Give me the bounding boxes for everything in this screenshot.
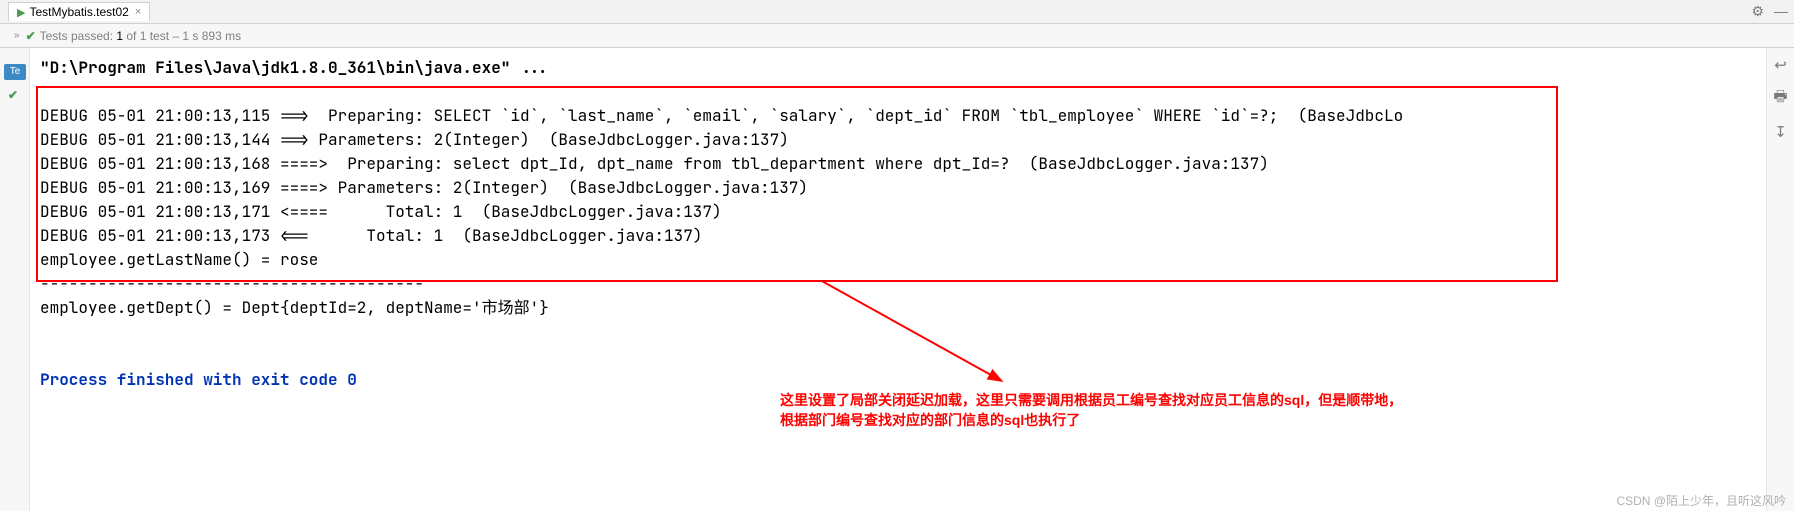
log-line: DEBUG 05-01 21:00:13,168 ====> Preparing… bbox=[40, 153, 1269, 174]
tab-bar: ▶ TestMybatis.test02 × ⚙ — bbox=[0, 0, 1794, 24]
gear-icon[interactable]: ⚙ bbox=[1751, 3, 1764, 20]
arrow-right-icon: ▶ bbox=[17, 6, 25, 19]
console-output[interactable]: "D:\Program Files\Java\jdk1.8.0_361\bin\… bbox=[30, 48, 1766, 511]
cmd-line: "D:\Program Files\Java\jdk1.8.0_361\bin\… bbox=[40, 57, 549, 78]
dbl-arrow-icon: » bbox=[14, 30, 20, 41]
gutter-left bbox=[0, 48, 30, 511]
log-line: DEBUG 05-01 21:00:13,171 <==== Total: 1 … bbox=[40, 201, 722, 222]
annotation-text: 这里设置了局部关闭延迟加载，这里只需要调用根据员工编号查找对应员工信息的sql，… bbox=[780, 390, 1570, 430]
log-line: DEBUG 05-01 21:00:13,173 <== Total: 1 (B… bbox=[40, 225, 702, 246]
log-line bbox=[40, 321, 50, 342]
log-line bbox=[40, 345, 50, 366]
left-badge[interactable]: Te bbox=[4, 64, 26, 80]
log-line: employee.getDept() = Dept{deptId=2, dept… bbox=[40, 297, 549, 318]
run-tab[interactable]: ▶ TestMybatis.test02 × bbox=[8, 2, 150, 21]
tab-title: TestMybatis.test02 bbox=[29, 5, 128, 19]
minimize-icon[interactable]: — bbox=[1774, 3, 1788, 20]
close-icon[interactable]: × bbox=[135, 6, 141, 18]
log-line: employee.getLastName() = rose bbox=[40, 249, 318, 270]
log-line: ---------------------------------------- bbox=[40, 273, 424, 294]
scroll-down-icon[interactable]: ↧ bbox=[1774, 123, 1787, 141]
gutter-check-icon: ✔ bbox=[8, 88, 18, 102]
print-icon[interactable]: 🖶 bbox=[1773, 86, 1787, 111]
log-line: DEBUG 05-01 21:00:13,144 ==> Parameters:… bbox=[40, 129, 789, 150]
log-line: DEBUG 05-01 21:00:13,115 ==> Preparing: … bbox=[40, 105, 1403, 126]
log-line: DEBUG 05-01 21:00:13,169 ====> Parameter… bbox=[40, 177, 808, 198]
check-icon: ✔ bbox=[26, 29, 36, 43]
watermark: CSDN @陌上少年，且听这风吟 bbox=[1616, 492, 1786, 509]
test-status-bar: » ✔ Tests passed: 1 of 1 test – 1 s 893 … bbox=[0, 24, 1794, 48]
exit-line: Process finished with exit code 0 bbox=[40, 369, 357, 390]
console-pre: "D:\Program Files\Java\jdk1.8.0_361\bin\… bbox=[40, 56, 1756, 392]
gutter-right: ↩ 🖶 ↧ bbox=[1766, 48, 1794, 511]
soft-wrap-icon[interactable]: ↩ bbox=[1774, 56, 1787, 74]
status-text: Tests passed: 1 of 1 test – 1 s 893 ms bbox=[40, 29, 241, 43]
